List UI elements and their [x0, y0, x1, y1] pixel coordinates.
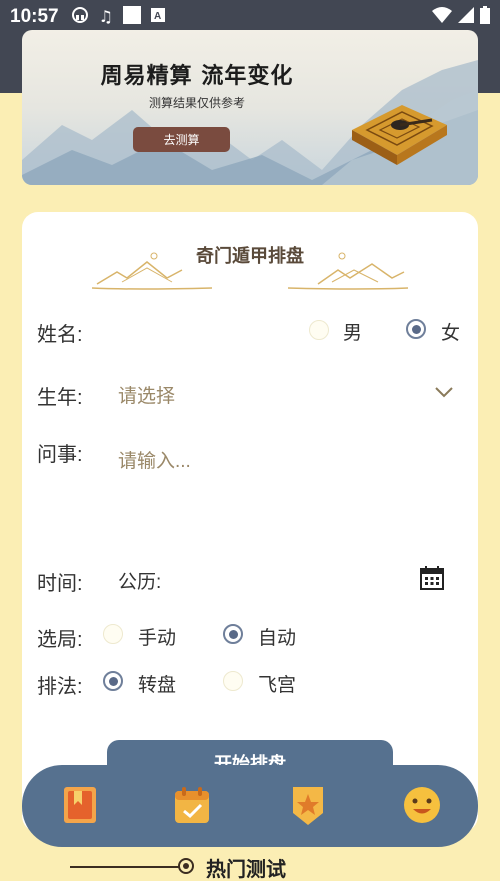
method-label: 排法: [37, 676, 83, 698]
hot-tests-title: 热门测试 [206, 859, 286, 881]
bookmark-icon[interactable] [58, 783, 102, 827]
method-rotate-radio[interactable] [103, 671, 123, 691]
banner-calculate-button[interactable]: 去测算 [133, 127, 230, 152]
music-note-icon: ♫ [98, 7, 113, 26]
battery-icon [480, 5, 490, 28]
circle-dot-icon [178, 858, 194, 874]
gender-female-radio[interactable] [406, 319, 426, 339]
method-fly-label[interactable]: 飞宫 [258, 670, 296, 697]
qimen-form-card: 奇门遁甲排盘 [22, 212, 478, 832]
question-input[interactable]: 请输入... [118, 446, 191, 473]
status-bar: 10:57 ♫ A [0, 0, 500, 33]
method-fly-radio[interactable] [223, 671, 243, 691]
smile-icon[interactable] [400, 783, 444, 827]
layout-manual-radio[interactable] [103, 624, 123, 644]
calendar-type-label[interactable]: 公历: [118, 567, 161, 594]
wifi-icon [432, 6, 452, 27]
layout-manual-label[interactable]: 手动 [138, 623, 176, 650]
status-time: 10:57 [10, 5, 59, 27]
headset-icon [71, 6, 89, 28]
signal-icon [458, 6, 474, 27]
method-rotate-label[interactable]: 转盘 [138, 670, 176, 697]
bottom-nav [22, 765, 478, 847]
layout-auto-radio[interactable] [223, 624, 243, 644]
font-icon: A [150, 7, 165, 26]
calendar-check-icon[interactable] [170, 783, 214, 827]
calendar-icon[interactable] [419, 565, 445, 591]
gender-male-radio[interactable] [309, 320, 329, 340]
name-label: 姓名: [37, 324, 83, 346]
birth-year-select[interactable]: 请选择 [118, 381, 175, 408]
gender-female-label[interactable]: 女 [441, 318, 460, 345]
star-badge-icon[interactable] [286, 783, 330, 827]
layout-label: 选局: [37, 629, 83, 651]
layout-auto-label[interactable]: 自动 [258, 623, 296, 650]
hot-tests-header: 热门测试 [0, 850, 500, 881]
promo-banner[interactable]: 周易精算 流年变化 测算结果仅供参考 去测算 [22, 30, 478, 185]
gender-male-label[interactable]: 男 [343, 318, 362, 345]
square-icon [122, 5, 141, 28]
chevron-down-icon[interactable] [434, 385, 454, 399]
form-title: 奇门遁甲排盘 [196, 246, 304, 267]
banner-subtitle: 测算结果仅供参考 [148, 96, 245, 110]
birth-year-label: 生年: [37, 387, 83, 409]
time-label: 时间: [37, 573, 83, 595]
banner-title: 周易精算 流年变化 [100, 63, 294, 89]
divider-line [70, 866, 180, 868]
question-label: 问事: [37, 444, 83, 466]
svg-text:A: A [154, 11, 161, 22]
